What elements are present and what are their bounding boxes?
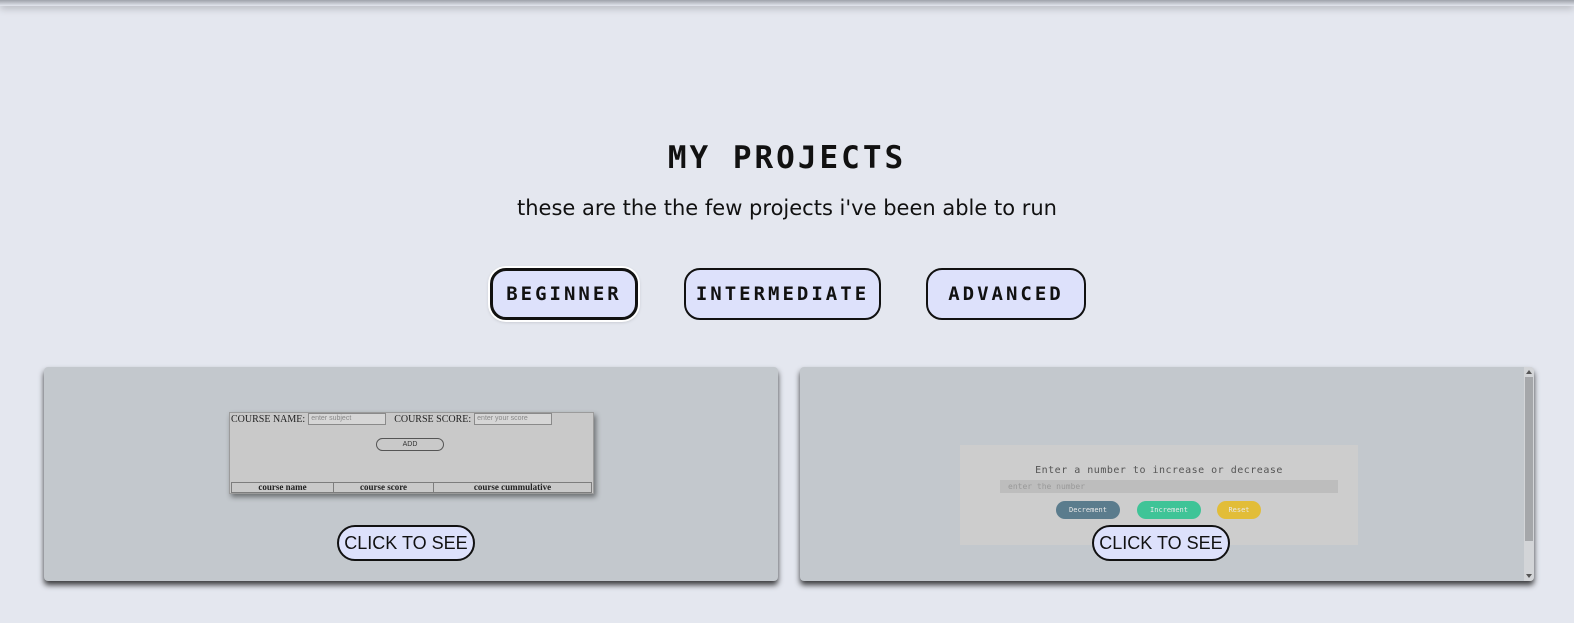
- page-subtitle: these are the the few projects i've been…: [516, 196, 1057, 220]
- preview-reset-button: Reset: [1217, 501, 1261, 519]
- top-nav-shadow: [0, 0, 1574, 6]
- preview-course-name-input: enter subject: [308, 413, 387, 425]
- tab-advanced[interactable]: ADVANCED: [926, 268, 1086, 320]
- preview-decrement-button: Decrement: [1056, 501, 1120, 519]
- preview-table-header: course name course score course cummulat…: [231, 482, 592, 493]
- tab-beginner[interactable]: BEGINNER: [490, 268, 638, 320]
- preview-form-row: COURSE NAME: enter subject COURSE SCORE:…: [231, 413, 560, 425]
- preview-course-score-input: enter your score: [474, 413, 553, 425]
- preview-course-score-label: COURSE SCORE:: [394, 413, 472, 425]
- tab-intermediate[interactable]: INTERMEDIATE: [684, 268, 881, 320]
- preview-column-header: course name: [232, 483, 334, 492]
- scroll-up-icon[interactable]: [1526, 370, 1532, 374]
- page-title: MY PROJECTS: [667, 140, 907, 176]
- preview-increment-button: Increment: [1137, 501, 1201, 519]
- preview-column-header: course cummulative: [473, 482, 552, 492]
- scroll-thumb[interactable]: [1525, 377, 1533, 541]
- preview-add-button: ADD: [376, 438, 444, 451]
- preview-number-input: enter the number: [1000, 480, 1338, 493]
- card-scrollbar[interactable]: [1524, 367, 1534, 581]
- click-to-see-button[interactable]: CLICK TO SEE: [337, 525, 475, 561]
- scroll-down-icon[interactable]: [1526, 574, 1532, 578]
- project-card-grade-calculator: COURSE NAME: enter subject COURSE SCORE:…: [44, 367, 778, 581]
- preview-course-name-label: COURSE NAME:: [231, 413, 306, 425]
- preview-column-header: course score: [334, 483, 434, 492]
- project-card-counter: Enter a number to increase or decrease e…: [800, 367, 1534, 581]
- preview-counter-title: Enter a number to increase or decrease: [1035, 465, 1283, 476]
- click-to-see-button[interactable]: CLICK TO SEE: [1092, 525, 1230, 561]
- project-preview-screenshot: COURSE NAME: enter subject COURSE SCORE:…: [229, 412, 594, 494]
